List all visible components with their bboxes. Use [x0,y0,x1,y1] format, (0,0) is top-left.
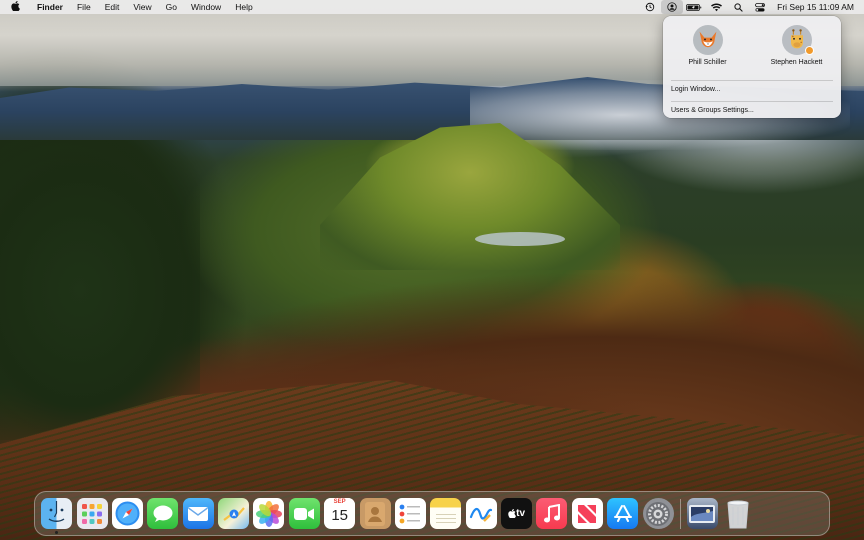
control-center-icon[interactable] [749,0,771,14]
menu-bar-status: Fri Sep 15 11:09 AM [639,0,864,14]
giraffe-avatar-icon [781,25,814,55]
app-store-icon[interactable] [607,498,639,529]
reminders-icon[interactable] [394,498,426,529]
dock: SEP 15 tv [34,491,830,536]
calendar-day: 15 [331,507,349,524]
apple-tv-icon[interactable]: tv [501,498,533,529]
users-groups-settings-item[interactable]: Users & Groups Settings... [663,104,841,118]
user-name: Phill Schiller [688,59,727,66]
fast-user-switching-menu: Phill Schiller Stephen Hackett Login Win… [663,16,841,118]
menu-view[interactable]: View [126,0,158,14]
facetime-icon[interactable] [288,498,320,529]
apple-menu-icon[interactable] [0,0,30,14]
user-switcher-icon[interactable] [661,0,684,14]
app-menu-finder[interactable]: Finder [30,0,70,14]
freeform-icon[interactable] [465,498,497,529]
fox-avatar-icon [692,25,723,55]
login-window-item[interactable]: Login Window... [663,83,841,97]
running-indicator [55,531,59,534]
music-icon[interactable] [536,498,568,529]
menu-bar: Finder File Edit View Go Window Help Fri… [0,0,864,14]
menu-file[interactable]: File [70,0,98,14]
menu-divider [671,80,833,81]
battery-icon[interactable] [683,0,705,14]
wifi-icon[interactable] [705,0,727,14]
tv-label: tv [516,508,526,519]
user-phill-schiller[interactable]: Phill Schiller [663,16,752,76]
logged-in-badge-icon [804,46,814,55]
calendar-month: SEP [324,498,356,507]
maps-icon[interactable] [218,498,250,529]
time-machine-icon[interactable] [639,0,661,14]
user-list: Phill Schiller Stephen Hackett [663,16,841,76]
menu-window[interactable]: Window [184,0,228,14]
menu-bar-clock[interactable]: Fri Sep 15 11:09 AM [771,2,854,12]
preview-icon[interactable] [686,498,718,529]
user-name: Stephen Hackett [770,59,823,66]
notes-icon[interactable] [430,498,462,529]
calendar-icon[interactable]: SEP 15 [324,498,356,529]
trash-icon[interactable] [722,498,753,529]
search-icon[interactable] [727,0,749,14]
wallpaper-lake [475,232,565,246]
messages-icon[interactable] [147,498,179,529]
settings-icon[interactable] [642,498,674,529]
menu-go[interactable]: Go [159,0,184,14]
menu-edit[interactable]: Edit [98,0,127,14]
safari-icon[interactable] [111,498,143,529]
dock-separator [679,498,681,529]
finder-icon[interactable] [41,498,73,534]
menu-divider [671,101,833,102]
wallpaper-forest [0,140,200,440]
menu-help[interactable]: Help [228,0,259,14]
photos-icon[interactable] [253,498,285,529]
user-stephen-hackett[interactable]: Stephen Hackett [752,16,841,76]
launchpad-icon[interactable] [76,498,108,529]
mail-icon[interactable] [182,498,214,529]
menu-bar-left: Finder File Edit View Go Window Help [0,0,260,14]
contacts-icon[interactable] [359,498,391,529]
news-icon[interactable] [571,498,603,529]
